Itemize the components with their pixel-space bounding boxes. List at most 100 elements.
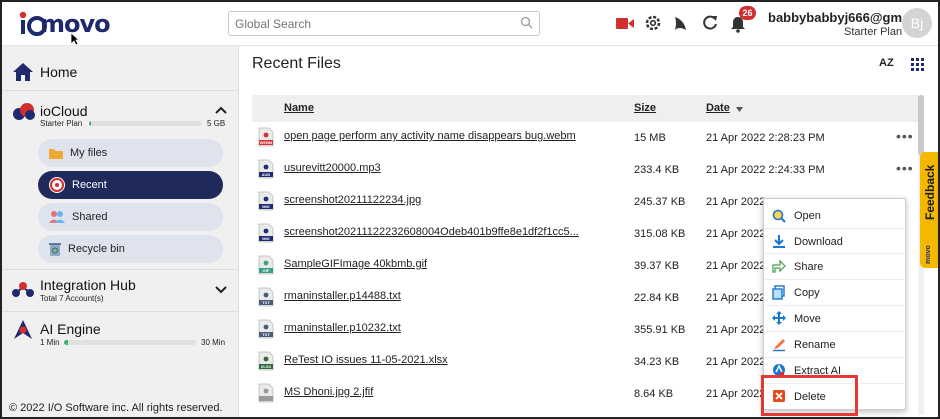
storage-quota: 5 GB — [207, 119, 226, 128]
chevron-up-icon[interactable] — [215, 106, 227, 114]
ai-usage-progress-bar — [64, 340, 196, 345]
file-name-link[interactable]: screenshot20211122234.jpg — [284, 194, 421, 206]
home-icon — [13, 63, 33, 81]
iomovo-logo[interactable]: movo — [16, 10, 111, 38]
file-size: 315.08 KB — [634, 228, 686, 240]
column-size-header[interactable]: Size — [634, 102, 656, 114]
file-name-link[interactable]: rmaninstaller.p10232.txt — [284, 322, 401, 334]
ai-engine-start: 1 Min — [40, 338, 60, 347]
file-size: 245.37 KB — [634, 196, 686, 208]
file-size: 233.4 KB — [634, 164, 680, 176]
search-icon[interactable] — [520, 16, 533, 29]
file-date: 21 Apr 2022 2:28:23 PM — [706, 132, 825, 144]
file-date: 21 Apr 2022 — [706, 196, 766, 208]
video-record-icon[interactable] — [616, 17, 634, 30]
rename-icon — [773, 339, 785, 352]
app-frame: movo 26 babbybabbyj666@gm — [0, 0, 940, 419]
file-date: 21 Apr 2022 2:24:33 PM — [706, 164, 825, 176]
file-date: 21 Apr 2022 — [706, 292, 766, 304]
divider — [2, 90, 239, 91]
avatar[interactable]: Bj — [902, 8, 932, 38]
file-size: 8.64 KB — [634, 388, 674, 400]
move-icon — [772, 311, 786, 325]
recent-icon — [49, 177, 65, 193]
file-name-link[interactable]: usurevitt20000.mp3 — [284, 162, 381, 174]
page-title: Recent Files — [252, 55, 341, 72]
recycle-icon — [49, 243, 61, 256]
notification-badge: 26 — [739, 6, 756, 20]
user-email[interactable]: babbybabbyj666@gm... — [768, 10, 913, 25]
copy-icon — [772, 285, 785, 300]
file-type-label: XLSX — [260, 364, 272, 369]
context-menu-item-copy[interactable]: Copy — [764, 279, 907, 305]
file-date: 21 Apr 2022 — [706, 356, 766, 368]
global-search-input[interactable] — [228, 11, 540, 36]
sidebar-item-recycle-bin[interactable]: Recycle bin — [38, 235, 223, 263]
context-menu-item-open[interactable]: Open — [764, 203, 907, 229]
file-size: 355.91 KB — [634, 324, 686, 336]
file-date: 21 Apr 2022 — [706, 324, 766, 336]
ai-engine-icon — [14, 320, 32, 339]
column-date-header[interactable]: Date — [706, 102, 730, 114]
context-menu-item-move[interactable]: Move — [764, 305, 907, 331]
sidebar-item-my-files[interactable]: My files — [38, 139, 223, 167]
iocloud-plan: Starter Plan — [40, 119, 83, 128]
feedback-logo: movo — [925, 245, 932, 264]
file-date: 21 Apr 2022 — [706, 260, 766, 272]
file-name-link[interactable]: ReTest IO issues 11-05-2021.xlsx — [284, 354, 448, 366]
file-name-link[interactable]: rmaninstaller.p14488.txt — [284, 290, 401, 302]
divider — [2, 269, 239, 270]
folder-icon — [49, 148, 63, 159]
context-menu-item-share[interactable]: Share — [764, 253, 907, 279]
more-options-icon[interactable]: ••• — [896, 128, 914, 144]
grid-view-icon[interactable] — [911, 58, 924, 71]
ai-engine-title[interactable]: AI Engine — [40, 321, 101, 337]
file-size: 22.84 KB — [634, 292, 680, 304]
iocloud-title[interactable]: ioCloud — [40, 103, 87, 119]
iocloud-icon — [13, 103, 35, 120]
sort-az-button[interactable]: AZ — [879, 57, 894, 69]
ai-engine-end: 30 Min — [201, 338, 226, 347]
copyright: © 2022 I/O Software inc. All rights rese… — [9, 402, 223, 414]
ai-usage-progress-fill — [64, 340, 68, 345]
file-type-label: IMG — [262, 204, 270, 209]
sidebar-item-home[interactable]: Home — [12, 62, 77, 82]
file-type-label: TXT — [262, 332, 270, 337]
file-date: 21 Apr 2022 — [706, 388, 766, 400]
download-icon — [773, 235, 785, 248]
more-options-icon[interactable]: ••• — [896, 160, 914, 176]
file-size: 15 MB — [634, 132, 666, 144]
gear-icon[interactable] — [644, 14, 662, 32]
feedback-label[interactable]: Feedback — [923, 165, 937, 220]
column-name-header[interactable]: Name — [284, 102, 314, 114]
file-type-label: GIF — [262, 268, 270, 273]
sidebar-item-recent[interactable]: Recent — [38, 171, 223, 199]
integration-hub-title[interactable]: Integration Hub — [40, 277, 136, 293]
theme-toggle-icon[interactable] — [672, 14, 688, 32]
shared-icon — [49, 211, 65, 223]
sidebar-item-shared[interactable]: Shared — [38, 203, 223, 231]
file-name-link[interactable]: MS Dhoni.jpg 2.jfif — [284, 386, 373, 398]
integration-hub-accounts: Total 7 Account(s) — [40, 294, 104, 303]
top-header: movo 26 babbybabbyj666@gm — [2, 2, 938, 46]
file-name-link[interactable]: open page perform any activity name disa… — [284, 130, 576, 142]
scrollbar-thumb[interactable] — [918, 95, 924, 155]
user-plan: Starter Plan — [844, 26, 903, 38]
refresh-icon[interactable] — [702, 14, 718, 32]
file-name-link[interactable]: SampleGIFImage 40kbmb.gif — [284, 258, 427, 270]
sort-down-icon[interactable] — [736, 107, 743, 112]
table-header: Name Size Date — [252, 95, 918, 122]
chevron-down-icon[interactable] — [215, 286, 227, 294]
file-type-label: TXT — [262, 300, 270, 305]
file-name-link[interactable]: screenshot20211122232608004Odeb401b9ffe8… — [284, 226, 579, 238]
table-row[interactable]: WEBM open page perform any activity name … — [252, 122, 918, 154]
context-menu-item-rename[interactable]: Rename — [764, 331, 907, 357]
context-menu-item-download[interactable]: Download — [764, 228, 907, 254]
storage-progress-fill — [89, 121, 92, 126]
delete-highlight-box — [761, 375, 858, 416]
storage-progress-bar — [89, 121, 202, 126]
file-type-icon — [258, 383, 274, 403]
table-row[interactable]: AUD usurevitt20000.mp3 233.4 KB 21 Apr 2022… — [252, 154, 918, 186]
divider — [2, 311, 239, 312]
logo-mark-icon — [16, 10, 48, 38]
